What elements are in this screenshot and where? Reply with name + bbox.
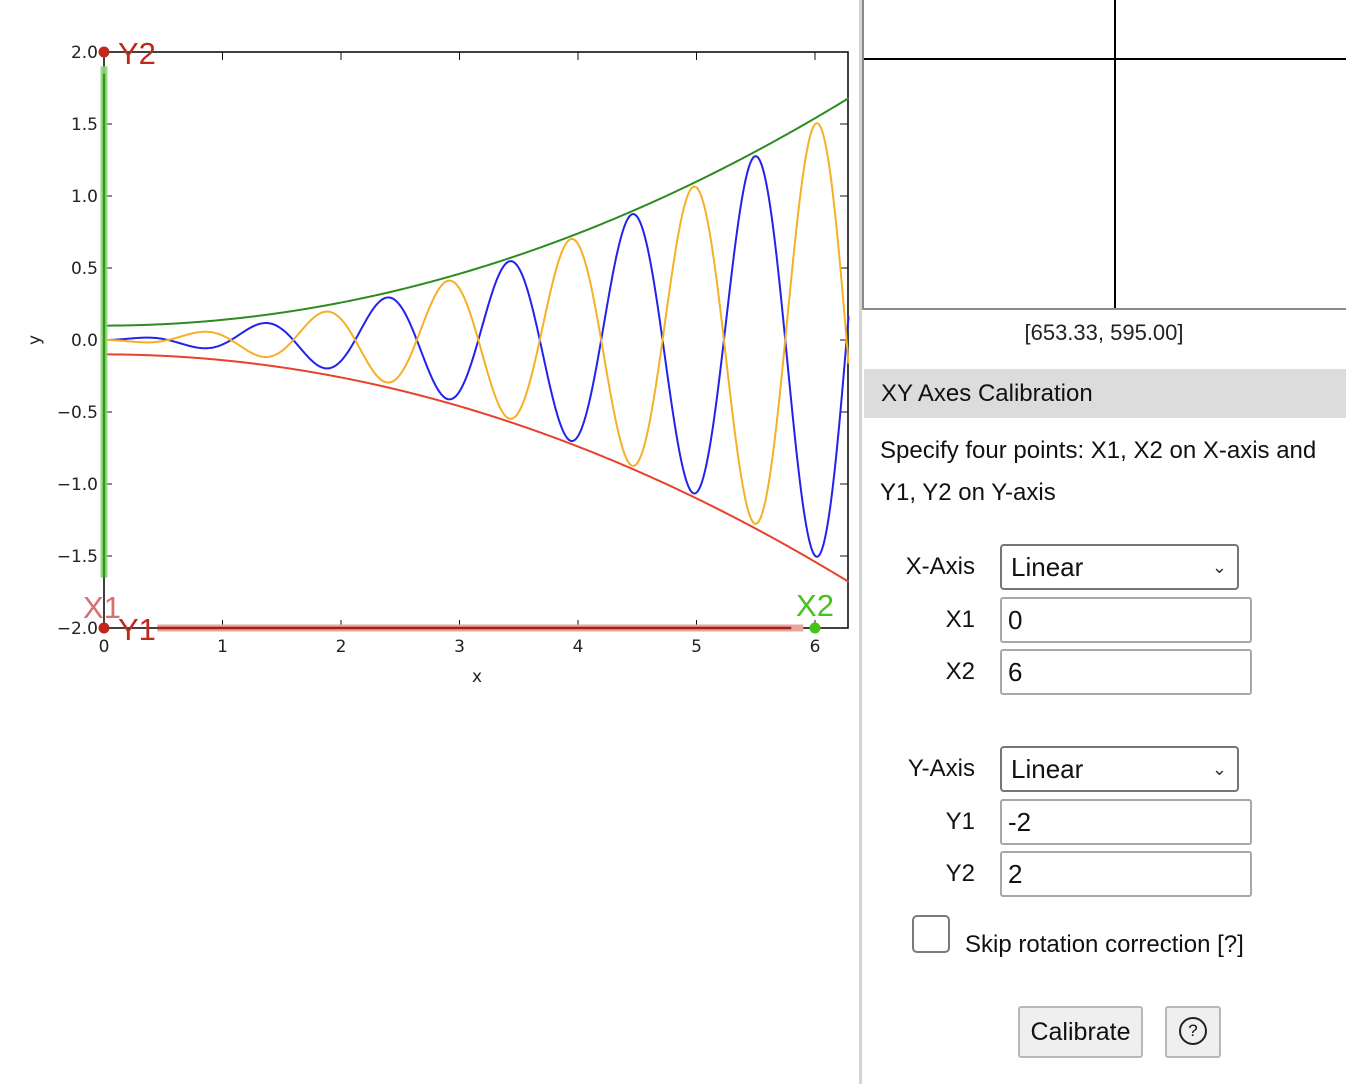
y2-row: Y2 (862, 851, 1346, 897)
y-tick-label: −1.5 (57, 547, 98, 567)
y-tick-label: 1.5 (71, 115, 98, 135)
axes-box (103, 51, 849, 629)
y-axis-scale-value: Linear (1011, 754, 1084, 784)
calibration-label-y2: Y2 (118, 36, 156, 71)
y-axis-scale-select[interactable]: Linear ⌄ (1000, 746, 1239, 792)
x-tick-label: 5 (691, 637, 702, 657)
calibrate-button[interactable]: Calibrate (1018, 1006, 1143, 1058)
x1-input[interactable] (1000, 597, 1252, 643)
calibration-label-y1: Y1 (118, 612, 156, 647)
zoom-view (862, 0, 1346, 310)
x-tick-label: 0 (99, 637, 110, 657)
y2-label: Y2 (945, 860, 975, 887)
plot-image-canvas[interactable]: 2.0 1.5 1.0 0.5 0.0 −0.5 −1.0 −1.5 −2.0 0 1 2 3 4 5 6 Y… (0, 0, 860, 1084)
x2-label: X2 (945, 658, 975, 685)
question-circle-icon: ? (1179, 1017, 1207, 1046)
x2-row: X2 (862, 649, 1346, 695)
x-tick-label: 1 (217, 637, 228, 657)
chevron-down-icon: ⌄ (1211, 557, 1227, 577)
crosshair-horizontal (864, 58, 1346, 60)
section-header: XY Axes Calibration (864, 369, 1346, 418)
x1-label: X1 (945, 606, 975, 633)
y-tick-label: 2.0 (71, 43, 98, 63)
x-axis-label: X-Axis (905, 553, 975, 580)
series-line-upper (104, 97, 850, 327)
skip-rotation-label[interactable]: Skip rotation correction [?] (965, 931, 1244, 959)
series-line-orange (104, 122, 850, 525)
y-tick-label: −1.0 (57, 475, 98, 495)
series-layer (104, 97, 850, 583)
x-axis-row: X-Axis Linear ⌄ (862, 544, 1346, 590)
x-tick-label: 3 (454, 637, 465, 657)
x2-input[interactable] (1000, 649, 1252, 695)
y-axis-row: Y-Axis Linear ⌄ (862, 746, 1346, 792)
y1-input[interactable] (1000, 799, 1252, 845)
calibration-label-x2: X2 (796, 588, 834, 623)
series-line-lower (104, 353, 850, 583)
cursor-coordinates: [653.33, 595.00] (1024, 320, 1184, 345)
x-tick-label: 6 (810, 637, 821, 657)
instructions-text: Specify four points: X1, X2 on X-axis an… (880, 437, 1317, 506)
x-axis-scale-select[interactable]: Linear ⌄ (1000, 544, 1239, 590)
side-panel: [653.33, 595.00] XY Axes Calibration Spe… (862, 0, 1346, 1084)
y-axis-label: y (25, 335, 45, 345)
axes-frame (103, 51, 849, 629)
y-tick-label: −0.5 (57, 403, 98, 423)
x-tick-label: 2 (336, 637, 347, 657)
y2-input[interactable] (1000, 851, 1252, 897)
chevron-down-icon: ⌄ (1211, 759, 1227, 779)
y1-row: Y1 (862, 799, 1346, 845)
y-axis-label: Y-Axis (907, 755, 975, 782)
skip-rotation-checkbox[interactable] (912, 915, 950, 953)
calibration-layer: Y2 X1Y1 X2 (83, 36, 834, 647)
ticks-layer: 2.01.51.00.50.0−0.5−1.0−1.5−2.00 1 2 3 4 5 6 (57, 43, 848, 657)
calibration-label-x1: X1 (83, 590, 121, 625)
x-axis-label: x (472, 667, 482, 687)
y-tick-label: 0.0 (71, 331, 98, 351)
x-axis-scale-value: Linear (1011, 552, 1084, 582)
series-line-blue (104, 155, 850, 558)
calibration-point-y2 (98, 46, 110, 58)
chart[interactable]: 2.01.51.00.50.0−0.5−1.0−1.5−2.00 1 2 3 4 5 6 Y… (0, 0, 860, 1084)
y-tick-label: 1.0 (71, 187, 98, 207)
x-tick-label: 4 (573, 637, 584, 657)
help-button[interactable]: ? (1165, 1006, 1221, 1058)
x1-row: X1 (862, 597, 1346, 643)
calibration-point-x2 (809, 622, 821, 634)
calibration-point-y1 (98, 622, 110, 634)
crosshair-vertical (1114, 0, 1116, 308)
y-tick-label: 0.5 (71, 259, 98, 279)
y1-label: Y1 (945, 808, 975, 835)
